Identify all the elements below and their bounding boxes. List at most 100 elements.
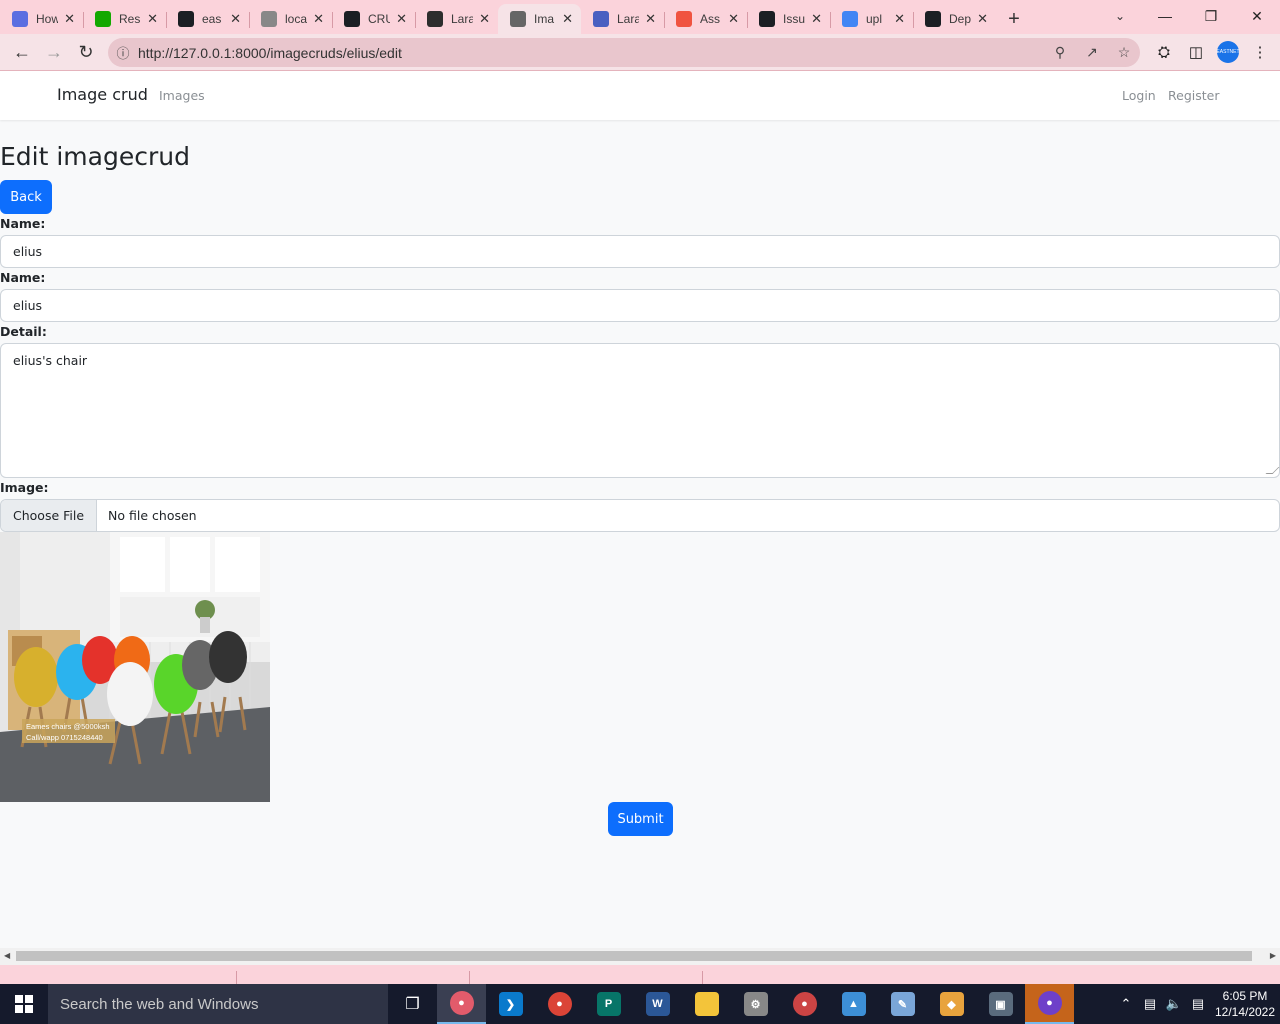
name-input[interactable]: elius xyxy=(0,235,1280,268)
close-tab-icon[interactable]: ✕ xyxy=(645,11,656,27)
nav-link-register[interactable]: Register xyxy=(1168,88,1219,103)
google-icon xyxy=(842,11,858,27)
nav-link-images[interactable]: Images xyxy=(159,88,205,103)
name-input-2[interactable]: elius xyxy=(0,289,1280,322)
paint-taskbar-icon[interactable]: ✎ xyxy=(878,984,927,1024)
globe-icon xyxy=(510,11,526,27)
chrome-taskbar-icon[interactable]: ● xyxy=(535,984,584,1024)
browser-tab[interactable]: Lara ✕ xyxy=(581,4,664,34)
notifications-icon[interactable]: ▤ xyxy=(1186,996,1210,1012)
tab-title: Ass xyxy=(700,12,721,26)
restore-button[interactable]: ❐ xyxy=(1188,0,1234,32)
word-taskbar-icon[interactable]: W xyxy=(633,984,682,1024)
browser-tab[interactable]: How ✕ xyxy=(0,4,83,34)
minimize-button[interactable]: — xyxy=(1142,0,1188,32)
tray-chevron-icon[interactable]: ⌃ xyxy=(1114,996,1138,1012)
image-label: Image: xyxy=(0,480,49,495)
scroll-right-icon[interactable]: ▶ xyxy=(1270,951,1276,960)
file-explorer-taskbar-icon[interactable] xyxy=(682,984,731,1024)
scrollbar-thumb[interactable] xyxy=(16,951,1252,961)
nav-link-login[interactable]: Login xyxy=(1122,88,1156,103)
scroll-left-icon[interactable]: ◀ xyxy=(4,951,10,960)
browser-tab[interactable]: eas ✕ xyxy=(166,4,249,34)
laravel-dark-icon xyxy=(427,11,443,27)
close-tab-icon[interactable]: ✕ xyxy=(811,11,822,27)
browser-tab[interactable]: Issu ✕ xyxy=(747,4,830,34)
navbar-brand[interactable]: Image crud xyxy=(57,85,148,104)
close-tab-icon[interactable]: ✕ xyxy=(894,11,905,27)
chairs-photo: Eames chairs @5000ksh Call/wapp 07152484… xyxy=(0,532,270,802)
site-info-icon[interactable]: ⓘ xyxy=(108,43,138,62)
github-desktop-taskbar-icon[interactable]: ● xyxy=(1025,984,1074,1024)
reload-icon[interactable]: ↻ xyxy=(70,36,102,68)
git-taskbar-icon[interactable]: ◆ xyxy=(927,984,976,1024)
app-taskbar-icon-2[interactable]: ● xyxy=(780,984,829,1024)
window-controls: — ❐ ✕ xyxy=(1142,0,1280,34)
tab-title: Issu xyxy=(783,12,805,26)
detail-textarea[interactable]: elius's chair xyxy=(0,343,1280,478)
close-tab-icon[interactable]: ✕ xyxy=(147,11,158,27)
vscode-taskbar-icon[interactable]: ❯ xyxy=(486,984,535,1024)
task-view-icon[interactable]: ❐ xyxy=(388,984,437,1024)
address-url[interactable]: http://127.0.0.1:8000/imagecruds/elius/e… xyxy=(138,45,402,61)
browser-tab[interactable]: Lara ✕ xyxy=(415,4,498,34)
zoom-icon[interactable]: ⚲ xyxy=(1044,44,1076,61)
github-icon xyxy=(759,11,775,27)
tab-title: Dep xyxy=(949,12,971,26)
submit-button[interactable]: Submit xyxy=(608,802,673,836)
chrome-pink-taskbar-icon[interactable]: ● xyxy=(437,984,486,1024)
browser-tab[interactable]: Dep ✕ xyxy=(913,4,996,34)
back-arrow-icon[interactable]: ← xyxy=(6,36,38,68)
browser-tab[interactable]: loca ✕ xyxy=(249,4,332,34)
remote-desktop-taskbar-icon[interactable]: ▣ xyxy=(976,984,1025,1024)
tab-search-icon[interactable]: ⌄ xyxy=(1108,0,1132,32)
horizontal-scrollbar[interactable]: ◀ ▶ xyxy=(0,948,1280,965)
close-window-button[interactable]: ✕ xyxy=(1234,0,1280,32)
react-icon xyxy=(12,11,28,27)
app-taskbar-icon-1[interactable]: ⚙ xyxy=(731,984,780,1024)
browser-menu-icon[interactable]: ⋮ xyxy=(1244,43,1276,61)
close-tab-icon[interactable]: ✕ xyxy=(230,11,241,27)
publisher-taskbar-icon[interactable]: P xyxy=(584,984,633,1024)
close-tab-icon[interactable]: ✕ xyxy=(396,11,407,27)
close-tab-icon[interactable]: ✕ xyxy=(728,11,739,27)
windows-start-icon[interactable] xyxy=(0,984,48,1024)
browser-tab[interactable]: Ass ✕ xyxy=(664,4,747,34)
choose-file-button[interactable]: Choose File xyxy=(1,500,98,531)
laravel-icon xyxy=(676,11,692,27)
taskbar-clock[interactable]: 6:05 PM 12/14/2022 xyxy=(1210,988,1280,1020)
close-tab-icon[interactable]: ✕ xyxy=(977,11,988,27)
network-icon[interactable]: ▤ xyxy=(1138,996,1162,1012)
site-navbar: Image crud Images Login Register xyxy=(0,71,1280,120)
tab-title: CRU xyxy=(368,12,390,26)
photos-taskbar-icon[interactable]: ▲ xyxy=(829,984,878,1024)
browser-tab[interactable]: Res ✕ xyxy=(83,4,166,34)
forward-arrow-icon[interactable]: → xyxy=(38,36,70,68)
close-tab-icon[interactable]: ✕ xyxy=(479,11,490,27)
profile-avatar[interactable]: EASTNET xyxy=(1216,41,1240,63)
share-icon[interactable]: ↗ xyxy=(1076,44,1108,61)
browser-tab[interactable]: upl ✕ xyxy=(830,4,913,34)
browser-tab[interactable]: Ima ✕ xyxy=(498,4,581,34)
detail-text: elius's chair xyxy=(13,353,88,368)
back-button[interactable]: Back xyxy=(0,180,52,214)
tab-title: How xyxy=(36,12,58,26)
address-bar[interactable]: ⓘ http://127.0.0.1:8000/imagecruds/elius… xyxy=(108,38,1140,67)
side-panel-icon[interactable]: ◫ xyxy=(1180,43,1212,61)
browser-tab[interactable]: CRU ✕ xyxy=(332,4,415,34)
close-tab-icon[interactable]: ✕ xyxy=(562,11,573,27)
close-tab-icon[interactable]: ✕ xyxy=(313,11,324,27)
close-tab-icon[interactable]: ✕ xyxy=(64,11,75,27)
globe-icon xyxy=(261,11,277,27)
paper-plane-icon xyxy=(593,11,609,27)
bookmark-star-icon[interactable]: ☆ xyxy=(1108,44,1140,61)
volume-muted-icon[interactable]: 🔈 xyxy=(1162,996,1186,1012)
resize-grip-icon[interactable] xyxy=(1265,467,1280,474)
new-tab-button[interactable]: + xyxy=(996,4,1032,34)
taskbar-search-box[interactable]: Search the web and Windows xyxy=(48,984,388,1024)
image-file-input[interactable]: Choose File No file chosen xyxy=(0,499,1280,532)
clock-time: 6:05 PM xyxy=(1222,989,1268,1003)
extensions-icon[interactable]: ⛭ xyxy=(1148,44,1180,61)
name-label-2: Name: xyxy=(0,270,46,285)
clock-date: 12/14/2022 xyxy=(1214,1005,1276,1019)
